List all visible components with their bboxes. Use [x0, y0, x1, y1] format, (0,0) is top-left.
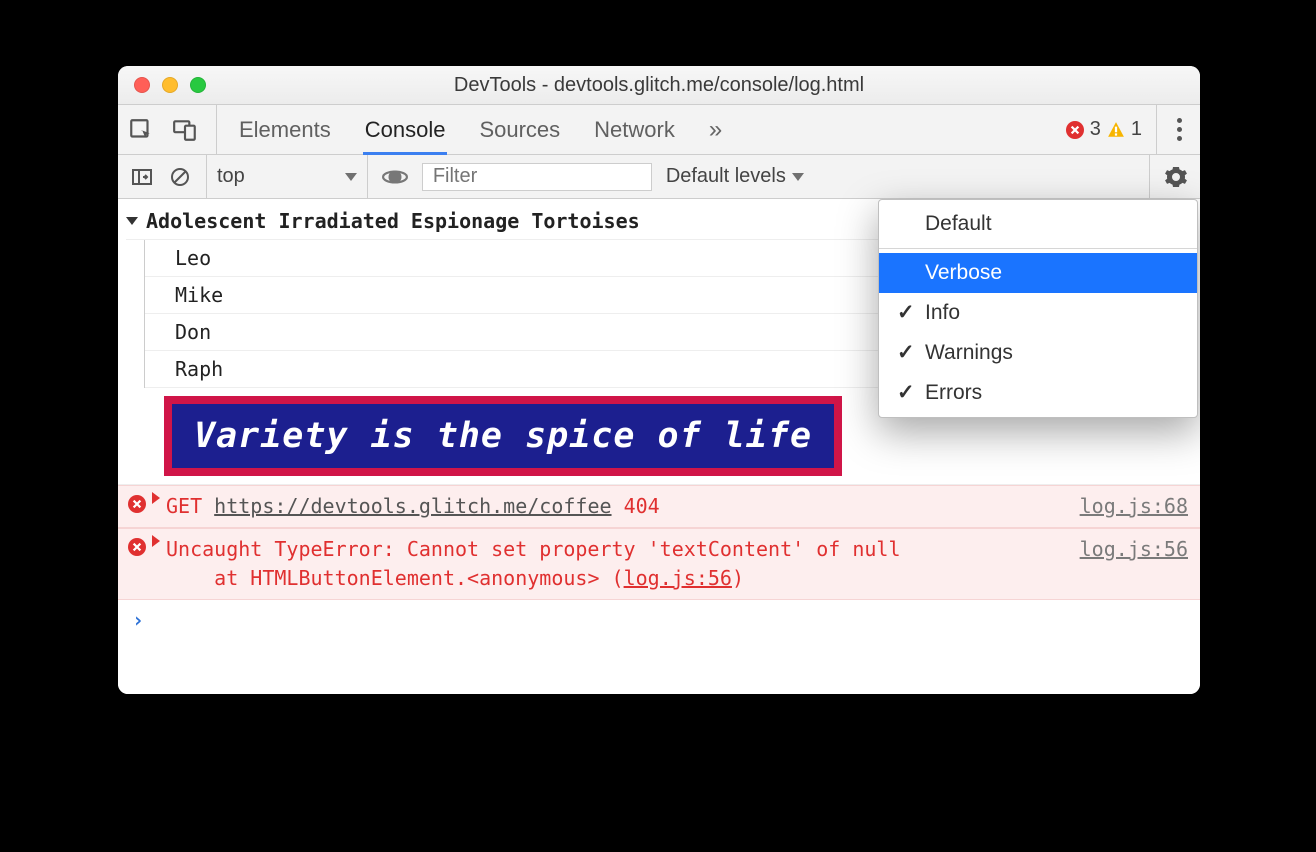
chevron-down-icon	[345, 173, 357, 181]
source-link[interactable]: log.js:68	[1080, 492, 1188, 521]
console-filter-bar: top Default levels	[118, 155, 1200, 199]
error-row: Uncaught TypeError: Cannot set property …	[118, 528, 1200, 600]
context-value: top	[217, 165, 245, 188]
disclosure-icon	[126, 217, 138, 225]
warning-icon	[1107, 121, 1125, 139]
issue-counts[interactable]: 3 1	[1066, 105, 1157, 154]
error-icon	[1066, 121, 1084, 139]
error-row: GET https://devtools.glitch.me/coffee 40…	[118, 485, 1200, 528]
menu-kebab-icon[interactable]	[1169, 118, 1190, 142]
levels-menu: Default Verbose Info Warnings Errors	[878, 199, 1198, 418]
error-message: Uncaught TypeError: Cannot set property …	[166, 535, 901, 593]
tab-console[interactable]: Console	[365, 105, 446, 154]
expand-icon[interactable]	[152, 535, 160, 547]
window-close-button[interactable]	[134, 77, 150, 93]
menu-separator	[879, 248, 1197, 249]
source-link[interactable]: log.js:56	[1080, 535, 1188, 564]
stack-link[interactable]: log.js:56	[624, 566, 732, 590]
settings-gear-icon[interactable]	[1164, 165, 1188, 189]
log-levels-label: Default levels	[666, 165, 786, 188]
error-message: GET https://devtools.glitch.me/coffee 40…	[166, 492, 660, 521]
window-max-button[interactable]	[190, 77, 206, 93]
tabs-overflow[interactable]: »	[709, 105, 722, 154]
window-title: DevTools - devtools.glitch.me/console/lo…	[118, 74, 1200, 97]
traffic-lights	[134, 77, 206, 93]
level-errors[interactable]: Errors	[879, 373, 1197, 413]
filter-input[interactable]	[422, 163, 652, 191]
tab-network[interactable]: Network	[594, 105, 675, 154]
window-min-button[interactable]	[162, 77, 178, 93]
clear-console-icon[interactable]	[168, 165, 192, 189]
devtools-window: DevTools - devtools.glitch.me/console/lo…	[118, 66, 1200, 694]
expand-icon[interactable]	[152, 492, 160, 504]
error-url[interactable]: https://devtools.glitch.me/coffee	[214, 494, 611, 518]
error-icon	[128, 492, 146, 521]
level-default[interactable]: Default	[879, 204, 1197, 244]
main-tabs-bar: Elements Console Sources Network » 3 1	[118, 105, 1200, 155]
console-sidebar-toggle-icon[interactable]	[130, 165, 154, 189]
tab-sources[interactable]: Sources	[479, 105, 560, 154]
console-prompt[interactable]: ›	[118, 600, 1200, 640]
chevron-down-icon	[792, 173, 804, 181]
log-levels-select[interactable]: Default levels	[666, 165, 804, 188]
inspect-icon[interactable]	[128, 117, 154, 143]
error-count: 3	[1090, 118, 1101, 141]
level-warnings[interactable]: Warnings	[879, 333, 1197, 373]
level-info[interactable]: Info	[879, 293, 1197, 333]
context-select[interactable]: top	[206, 155, 368, 198]
live-expression-icon[interactable]	[382, 164, 408, 190]
error-icon	[128, 535, 146, 564]
level-verbose[interactable]: Verbose	[879, 253, 1197, 293]
window-titlebar: DevTools - devtools.glitch.me/console/lo…	[118, 66, 1200, 105]
tab-elements[interactable]: Elements	[239, 105, 331, 154]
styled-log-text: Variety is the spice of life	[164, 396, 842, 476]
device-toggle-icon[interactable]	[172, 117, 198, 143]
log-group-title: Adolescent Irradiated Espionage Tortoise…	[146, 209, 640, 233]
warning-count: 1	[1131, 118, 1142, 141]
